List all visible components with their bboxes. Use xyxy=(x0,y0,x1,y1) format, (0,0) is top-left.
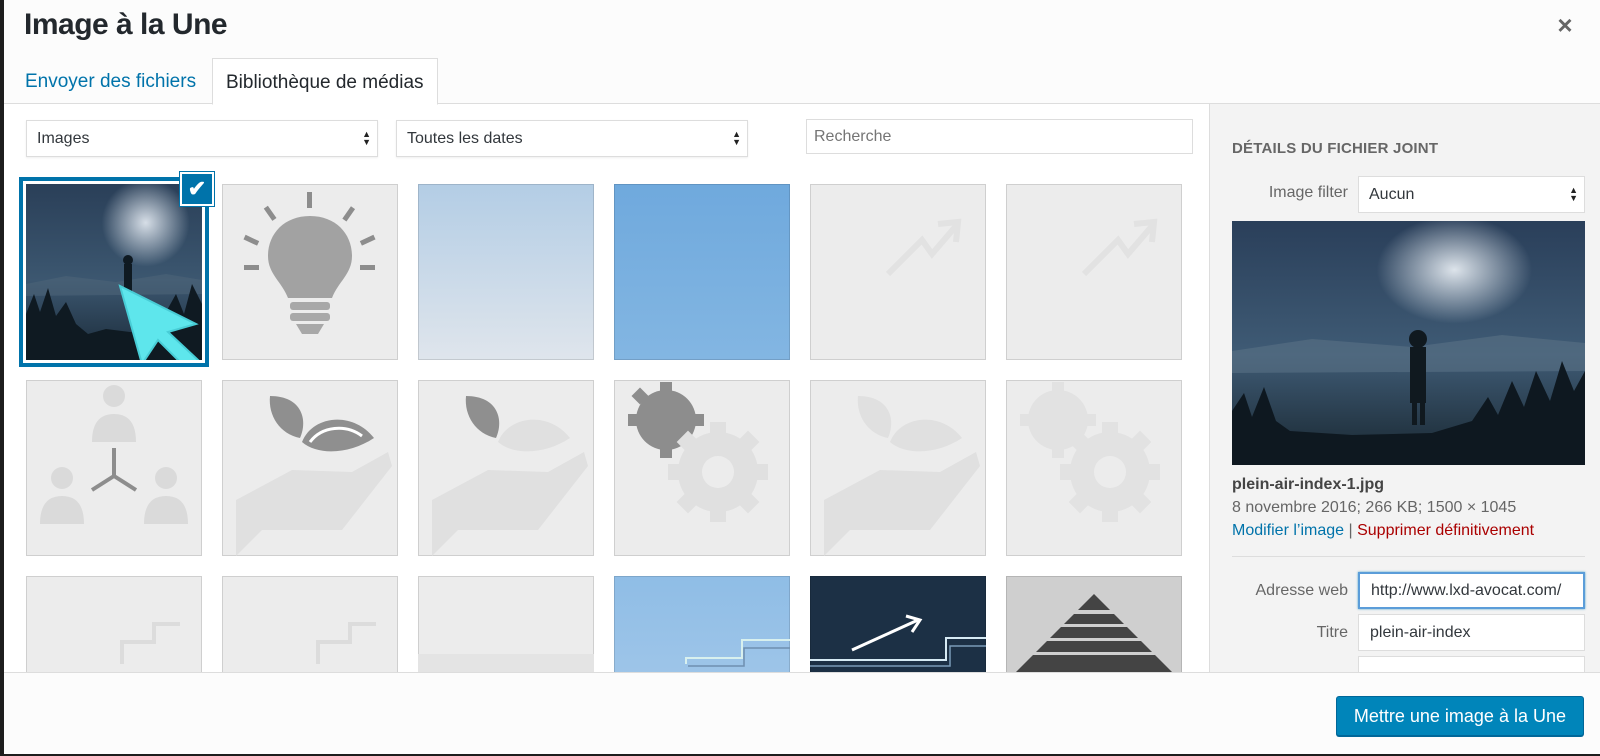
pointer-cursor-icon xyxy=(118,284,200,360)
growth-arrow-icon xyxy=(810,614,986,667)
date-filter-select[interactable]: Toutes les dates ▲ ▼ xyxy=(396,120,748,157)
media-type-value: Images xyxy=(37,130,90,147)
close-icon[interactable]: × xyxy=(1550,10,1580,40)
image-filter-value: Aucun xyxy=(1369,186,1415,203)
tab-media-library[interactable]: Bibliothèque de médias xyxy=(212,58,438,105)
link-separator: | xyxy=(1348,522,1353,539)
media-item-word-cloud[interactable] xyxy=(1006,576,1182,672)
trend-arrow-icon xyxy=(1081,218,1158,277)
select-arrows-icon: ▲ ▼ xyxy=(1569,185,1578,203)
media-item-stairs[interactable] xyxy=(26,576,202,672)
stairs-icon xyxy=(685,639,790,667)
select-arrows-icon: ▲ ▼ xyxy=(732,129,741,147)
divider xyxy=(1232,556,1585,557)
media-item-dark-arrow[interactable] xyxy=(810,576,986,672)
media-item-stairs[interactable] xyxy=(222,576,398,672)
date-filter-value: Toutes les dates xyxy=(407,130,523,147)
media-item-hand-leaf[interactable] xyxy=(418,380,594,556)
attachment-filename: plein-air-index-1.jpg xyxy=(1232,476,1385,493)
hand-leaf-icon xyxy=(236,396,392,556)
attachment-details-heading: Détails du fichier joint xyxy=(1232,140,1439,157)
hand-leaf-icon xyxy=(824,396,980,556)
modal-footer: Mettre une image à la Une xyxy=(4,672,1600,754)
featured-image-modal: Image à la Une × Envoyer des fichiers Bi… xyxy=(4,0,1600,754)
team-structure-icon xyxy=(40,385,188,524)
gears-icon xyxy=(628,382,768,522)
checkmark-icon[interactable]: ✔ xyxy=(180,172,214,206)
media-item-gears[interactable] xyxy=(614,380,790,556)
image-filter-select[interactable]: Aucun ▲ ▼ xyxy=(1358,176,1585,213)
tab-upload-files[interactable]: Envoyer des fichiers xyxy=(12,58,209,105)
lightbulb-icon xyxy=(243,192,376,334)
media-search-input[interactable] xyxy=(806,119,1193,154)
title-label: Titre xyxy=(1316,624,1348,641)
edit-image-link[interactable]: Modifier l’image xyxy=(1232,522,1344,539)
media-item-gradient[interactable] xyxy=(418,184,594,360)
select-arrows-icon: ▲ ▼ xyxy=(362,129,371,147)
stairs-icon xyxy=(120,622,180,664)
trend-arrow-icon xyxy=(885,218,962,277)
media-item-mountain-photo[interactable] xyxy=(26,184,202,360)
media-item-stairs-blue[interactable] xyxy=(614,576,790,672)
stairs-icon xyxy=(418,654,594,672)
word-cloud-house-image xyxy=(1016,594,1172,672)
media-type-select[interactable]: Images ▲ ▼ xyxy=(26,120,378,157)
url-field[interactable]: http://www.lxd-avocat.com/ xyxy=(1358,572,1585,609)
gears-icon xyxy=(1020,382,1160,522)
media-item-trend-arrow[interactable] xyxy=(810,184,986,360)
modal-title: Image à la Une xyxy=(24,8,228,41)
delete-permanently-link[interactable]: Supprimer définitivement xyxy=(1357,522,1534,539)
media-grid: ✔ xyxy=(4,170,1209,672)
modal-header: Image à la Une × Envoyer des fichiers Bi… xyxy=(4,0,1600,105)
title-field[interactable]: plein-air-index xyxy=(1358,614,1585,651)
media-item-blue[interactable] xyxy=(614,184,790,360)
stairs-icon xyxy=(316,622,376,664)
mountain-photo-preview xyxy=(1232,221,1585,465)
attachment-meta: 8 novembre 2016; 266 KB; 1500 × 1045 xyxy=(1232,499,1517,516)
attachment-details-sidebar: Détails du fichier joint Image filter Au… xyxy=(1209,104,1600,672)
hand-leaf-icon xyxy=(432,396,588,556)
media-item-lightbulb[interactable] xyxy=(222,184,398,360)
attachment-preview-image xyxy=(1232,221,1585,465)
attachment-actions: Modifier l’image | Supprimer définitivem… xyxy=(1232,522,1534,540)
media-item-gears[interactable] xyxy=(1006,380,1182,556)
media-item-team-structure[interactable] xyxy=(26,380,202,556)
caption-field[interactable] xyxy=(1358,656,1585,672)
media-item-stairs[interactable] xyxy=(418,576,594,672)
media-item-hand-leaf[interactable] xyxy=(810,380,986,556)
media-item-hand-leaf[interactable] xyxy=(222,380,398,556)
set-featured-image-button[interactable]: Mettre une image à la Une xyxy=(1335,696,1584,736)
url-label: Adresse web xyxy=(1255,582,1349,599)
image-filter-label: Image filter xyxy=(1268,184,1348,201)
media-item-trend-arrow[interactable] xyxy=(1006,184,1182,360)
